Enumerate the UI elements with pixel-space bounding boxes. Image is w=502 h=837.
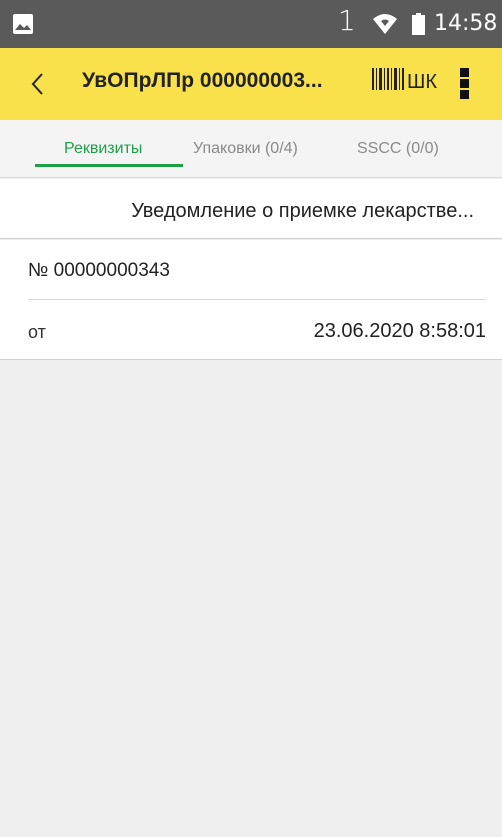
battery-icon xyxy=(412,13,425,35)
active-tab-indicator xyxy=(35,164,183,167)
tab-bar: Реквизиты Упаковки (0/4) SSCC (0/0) xyxy=(0,120,502,178)
image-icon xyxy=(13,14,33,34)
status-bar: 1 14:58 xyxy=(0,0,502,48)
status-time: 14:58 xyxy=(434,11,498,36)
more-vertical-icon[interactable] xyxy=(460,68,470,100)
barcode-icon[interactable] xyxy=(372,68,404,90)
sim-indicator: 1 xyxy=(338,4,356,37)
page-title: УвОПрЛПр 000000003... xyxy=(82,69,323,92)
tab-requisites[interactable]: Реквизиты xyxy=(64,140,142,158)
wifi-icon xyxy=(373,14,397,34)
tab-packages[interactable]: Упаковки (0/4) xyxy=(193,140,298,158)
scan-button[interactable]: ШК xyxy=(407,71,437,94)
document-number: № 00000000343 xyxy=(28,260,170,281)
document-date-row[interactable]: от 23.06.2020 8:58:01 xyxy=(0,300,502,360)
document-name: Уведомление о приемке лекарстве... xyxy=(131,200,474,222)
document-date: 23.06.2020 8:58:01 xyxy=(313,320,486,342)
document-number-row[interactable]: № 00000000343 xyxy=(0,240,502,300)
document-name-row[interactable]: Уведомление о приемке лекарстве... xyxy=(0,179,502,239)
chevron-left-icon[interactable] xyxy=(28,70,48,98)
tab-sscc[interactable]: SSCC (0/0) xyxy=(357,140,439,158)
app-bar: УвОПрЛПр 000000003... ШК xyxy=(0,48,502,120)
date-label: от xyxy=(28,322,46,342)
